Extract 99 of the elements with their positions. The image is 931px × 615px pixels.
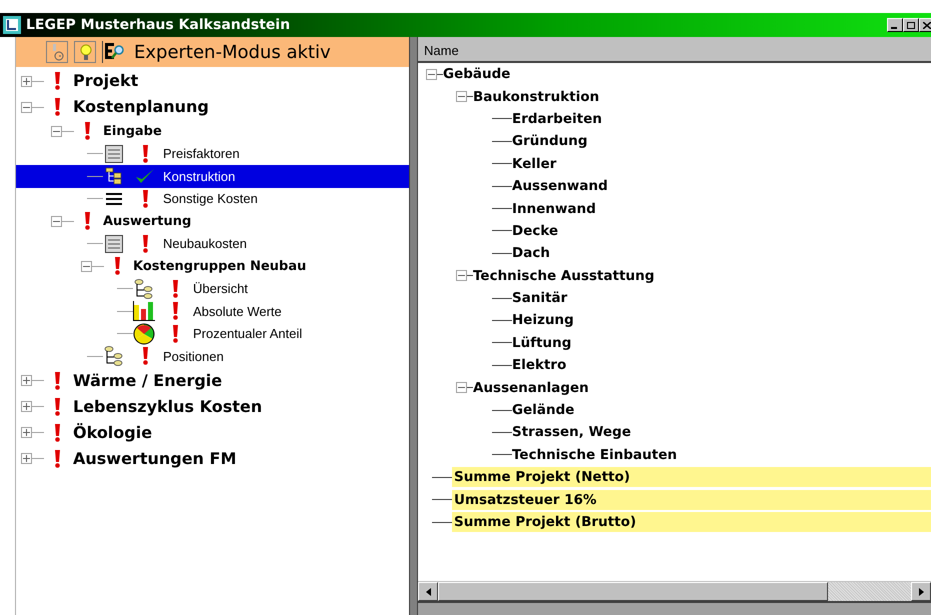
item-label: Erdarbeiten bbox=[512, 110, 602, 129]
item-label: Wärme / Energie bbox=[73, 370, 222, 392]
expand-toggle[interactable] bbox=[21, 427, 32, 438]
expand-toggle[interactable] bbox=[21, 375, 32, 386]
expand-toggle[interactable] bbox=[456, 382, 467, 394]
item-label: Lüftung bbox=[512, 334, 572, 353]
column-header[interactable]: Name bbox=[418, 37, 931, 63]
item-label: Elektro bbox=[512, 356, 566, 376]
form-icon bbox=[105, 144, 123, 163]
item-label: Aussenwand bbox=[512, 177, 608, 196]
item-label: Gebäude bbox=[443, 65, 510, 84]
expand-toggle[interactable] bbox=[21, 76, 32, 86]
item-label: Preisfaktoren bbox=[163, 145, 240, 163]
app-icon bbox=[3, 16, 21, 34]
tree-item[interactable]: Wärme / Energie bbox=[16, 368, 409, 394]
tree-item[interactable]: Prozentualer Anteil bbox=[16, 322, 409, 345]
expand-toggle[interactable] bbox=[456, 270, 467, 282]
folder-tree-icon bbox=[105, 167, 123, 186]
scroll-right-button[interactable] bbox=[911, 582, 931, 601]
magnifier-icon bbox=[102, 41, 126, 63]
item-label: Baukonstruktion bbox=[473, 88, 600, 107]
tree-item[interactable]: Eingabe bbox=[16, 120, 409, 142]
maximize-button[interactable] bbox=[903, 18, 919, 32]
right-arrow-icon bbox=[918, 588, 924, 596]
bar-chart-icon bbox=[133, 301, 155, 322]
tree-item[interactable]: Ökologie bbox=[16, 420, 409, 446]
item-label: Keller bbox=[512, 154, 556, 174]
item-label: Gelände bbox=[512, 401, 574, 420]
item-label: Sanitär bbox=[512, 289, 568, 308]
expand-toggle[interactable] bbox=[21, 401, 32, 412]
expand-toggle[interactable] bbox=[51, 216, 62, 227]
expand-toggle[interactable] bbox=[81, 260, 92, 272]
plus-icon bbox=[23, 429, 30, 436]
scroll-left-button[interactable] bbox=[418, 582, 438, 601]
clock-icon bbox=[46, 41, 68, 63]
tree-item[interactable]: Konstruktion bbox=[16, 165, 409, 188]
summary-row: Summe Projekt (Netto) bbox=[452, 467, 931, 488]
item-label: Heizung bbox=[512, 311, 574, 330]
item-label: Kostengruppen Neubau bbox=[133, 258, 306, 276]
item-label: Ökologie bbox=[73, 422, 152, 444]
item-label: Technische Ausstattung bbox=[473, 266, 654, 286]
item-label: Lebenszyklus Kosten bbox=[73, 396, 262, 418]
node-tree-icon bbox=[104, 346, 124, 366]
item-label: Positionen bbox=[163, 348, 224, 366]
plus-icon bbox=[23, 455, 30, 462]
pie-chart-icon bbox=[133, 322, 155, 345]
summary-row: Umsatzsteuer 16% bbox=[452, 490, 931, 510]
item-label: Neubaukosten bbox=[163, 235, 247, 253]
expand-toggle[interactable] bbox=[456, 91, 467, 102]
item-label: Innenwand bbox=[512, 200, 596, 219]
maximize-icon bbox=[907, 22, 915, 28]
item-label: Kostenplanung bbox=[73, 96, 209, 118]
plus-icon bbox=[23, 377, 30, 384]
item-label: Projekt bbox=[73, 70, 138, 92]
left-arrow-icon bbox=[426, 588, 430, 596]
tree-item[interactable]: Auswertungen FM bbox=[16, 446, 409, 472]
tree-item[interactable]: Kostengruppen Neubau bbox=[16, 255, 409, 278]
item-label: Dach bbox=[512, 244, 550, 264]
tree-item[interactable]: Projekt bbox=[16, 68, 409, 94]
scroll-thumb[interactable] bbox=[438, 582, 828, 601]
horizontal-scrollbar[interactable] bbox=[418, 581, 931, 601]
expand-toggle[interactable] bbox=[21, 453, 32, 464]
item-label: Übersicht bbox=[193, 280, 248, 298]
summary-row: Summe Projekt (Brutto) bbox=[452, 512, 931, 532]
mode-label: Experten-Modus aktiv bbox=[134, 40, 331, 64]
tree-item[interactable]: Neubaukosten bbox=[16, 232, 409, 255]
expand-toggle[interactable] bbox=[21, 102, 32, 112]
item-label: Eingabe bbox=[103, 122, 162, 140]
lightbulb-icon bbox=[74, 41, 96, 63]
expand-toggle[interactable] bbox=[51, 126, 62, 137]
item-label: Sonstige Kosten bbox=[163, 190, 258, 208]
item-label: Absolute Werte bbox=[193, 302, 282, 320]
expand-toggle[interactable] bbox=[426, 68, 437, 80]
close-icon bbox=[923, 22, 931, 28]
item-label: Decke bbox=[512, 222, 558, 241]
tree-item[interactable]: Sonstige Kosten bbox=[16, 188, 409, 210]
close-button[interactable] bbox=[919, 18, 931, 32]
item-label: Gründung bbox=[512, 132, 588, 152]
item-label: Aussenanlagen bbox=[473, 378, 589, 398]
item-label: Auswertungen FM bbox=[73, 448, 236, 470]
tree-item[interactable]: Auswertung bbox=[16, 210, 409, 232]
form-icon bbox=[105, 234, 123, 253]
tree-item[interactable]: Übersicht bbox=[16, 278, 409, 300]
item-label: Prozentualer Anteil bbox=[193, 325, 302, 343]
tree-item[interactable]: Positionen bbox=[16, 345, 409, 368]
node-tree-icon bbox=[134, 278, 154, 299]
list-icon bbox=[105, 192, 123, 206]
window-title: LEGEP Musterhaus Kalksandstein bbox=[26, 16, 290, 34]
tree-item[interactable]: Preisfaktoren bbox=[16, 142, 409, 165]
plus-icon bbox=[23, 403, 30, 410]
tree-item[interactable]: Absolute Werte bbox=[16, 300, 409, 322]
minimize-button[interactable] bbox=[887, 18, 903, 32]
plus-icon bbox=[23, 78, 30, 84]
tree-item[interactable]: Lebenszyklus Kosten bbox=[16, 394, 409, 420]
tree-item[interactable]: Kostenplanung bbox=[16, 94, 409, 120]
item-label: Konstruktion bbox=[163, 168, 236, 186]
item-label: Technische Einbauten bbox=[512, 446, 677, 465]
item-label: Auswertung bbox=[103, 212, 192, 230]
item-label: Strassen, Wege bbox=[512, 423, 631, 442]
